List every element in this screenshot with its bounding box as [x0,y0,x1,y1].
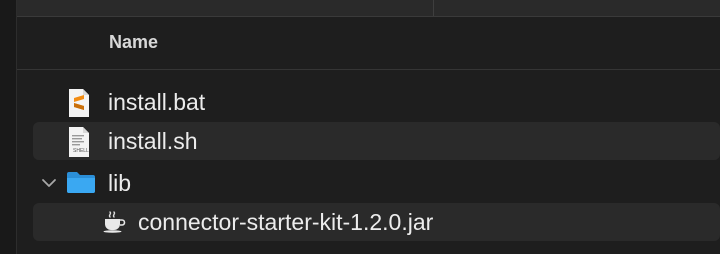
window-top-strip [0,0,720,17]
file-name: connector-starter-kit-1.2.0.jar [138,208,434,235]
name-column-header[interactable]: Name [109,32,158,53]
file-row-install-sh[interactable]: SHELL install.sh [33,122,720,160]
file-row-install-bat[interactable]: install.bat [33,83,720,121]
file-row-jar[interactable]: connector-starter-kit-1.2.0.jar [33,203,720,241]
folder-row-lib[interactable]: lib [33,164,720,202]
folder-icon [66,170,96,194]
java-coffee-icon [101,211,127,233]
file-name: install.bat [108,88,206,115]
folder-name: lib [108,169,132,196]
sidebar-edge [0,0,17,254]
column-divider [433,0,434,16]
file-name: install.sh [108,127,198,154]
sublime-file-icon [67,88,91,118]
column-header: Name [17,17,720,70]
shell-icon-caption: SHELL [73,148,89,154]
chevron-down-icon[interactable] [37,171,61,195]
